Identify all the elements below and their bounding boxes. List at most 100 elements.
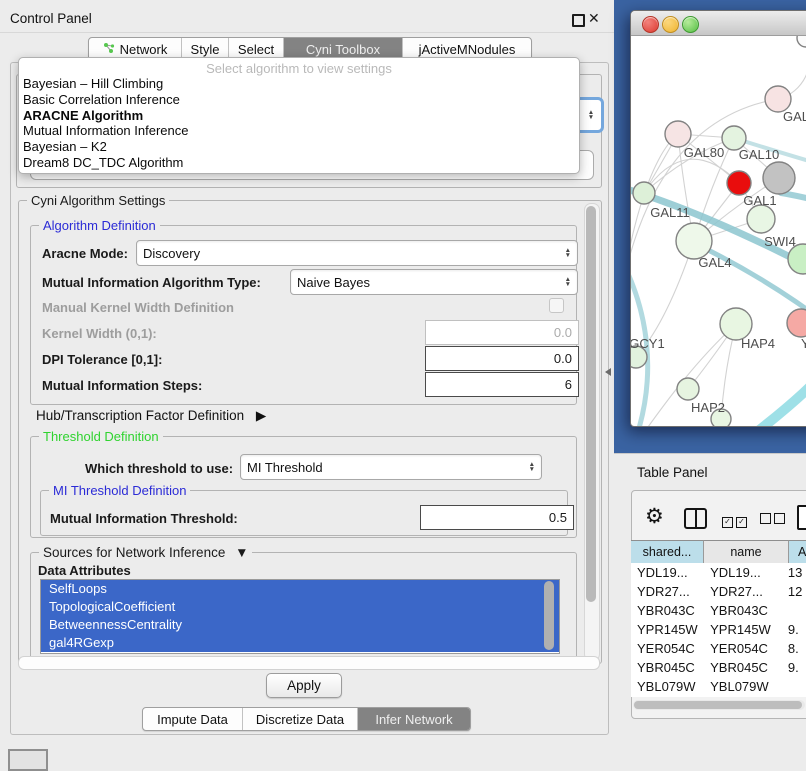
control-panel-titlebar bbox=[0, 0, 614, 33]
sources-title: Sources for Network Inference ▼ bbox=[39, 545, 252, 560]
collapse-down-triangle-icon[interactable]: ▼ bbox=[235, 545, 248, 560]
table-row[interactable]: YDR27...YDR27...12 bbox=[631, 582, 806, 601]
splitter-collapse-arrow[interactable] bbox=[605, 368, 611, 376]
svg-text:GAL1: GAL1 bbox=[743, 193, 776, 208]
network-graph-canvas[interactable]: GAL GAL80 GAL10 GAL1 GAL11 SWI4 GAL4 GCY… bbox=[631, 35, 806, 426]
tab-discretize-data[interactable]: Discretize Data bbox=[243, 708, 358, 730]
aracne-mode-label: Aracne Mode: bbox=[42, 246, 128, 261]
svg-text:GAL80: GAL80 bbox=[684, 145, 724, 160]
dpi-tolerance-field[interactable]: 0.0 bbox=[425, 346, 579, 371]
aracne-mode-value: Discovery bbox=[143, 246, 561, 261]
network-node[interactable] bbox=[797, 35, 806, 47]
svg-text:SWI4: SWI4 bbox=[764, 234, 796, 249]
float-window-icon[interactable] bbox=[572, 14, 585, 27]
network-node-gal80[interactable] bbox=[665, 121, 691, 147]
dropdown-item-selected[interactable]: ARACNE Algorithm bbox=[19, 108, 579, 124]
close-traffic-light[interactable] bbox=[642, 16, 659, 33]
algorithm-definition-title: Algorithm Definition bbox=[39, 218, 160, 233]
dropdown-item[interactable]: Bayesian – Hill Climbing bbox=[19, 76, 579, 92]
attribute-item[interactable]: BetweennessCentrality bbox=[41, 616, 559, 634]
app-root: { "colors": { "desktop_blue": "#3a63a2",… bbox=[0, 0, 806, 762]
mi-threshold-field[interactable]: 0.5 bbox=[420, 505, 574, 530]
network-view-window[interactable]: GAL GAL80 GAL10 GAL1 GAL11 SWI4 GAL4 GCY… bbox=[630, 10, 806, 427]
deselect-all-checkboxes-icon[interactable] bbox=[760, 512, 785, 527]
column-header-shared-name[interactable]: shared... bbox=[631, 540, 704, 564]
svg-text:GAL10: GAL10 bbox=[739, 147, 779, 162]
data-attributes-list[interactable]: SelfLoops TopologicalCoefficient Between… bbox=[40, 579, 560, 654]
export-table-icon[interactable] bbox=[797, 505, 806, 530]
network-node-red-selected[interactable] bbox=[727, 171, 751, 195]
mi-steps-field[interactable]: 6 bbox=[425, 372, 579, 397]
network-nodes[interactable] bbox=[631, 35, 806, 426]
which-threshold-value: MI Threshold bbox=[247, 460, 525, 475]
aracne-mode-combo[interactable]: Discovery ▲▼ bbox=[136, 240, 578, 266]
kernel-width-label: Kernel Width (0,1): bbox=[42, 326, 157, 341]
dropdown-item[interactable]: Dream8 DC_TDC Algorithm bbox=[19, 155, 579, 171]
dropdown-item[interactable]: Basic Correlation Inference bbox=[19, 92, 579, 108]
select-all-checkboxes-icon[interactable]: ✓✓ bbox=[722, 512, 747, 528]
table-row[interactable]: YDL19...YDL19...13 bbox=[631, 563, 806, 582]
svg-text:Y: Y bbox=[801, 336, 806, 351]
hub-definition-toggle[interactable]: Hub/Transcription Factor Definition ▶ bbox=[36, 408, 266, 424]
network-node-labels: GAL GAL80 GAL10 GAL1 GAL11 SWI4 GAL4 GCY… bbox=[631, 109, 806, 415]
manual-kernel-width-label: Manual Kernel Width Definition bbox=[42, 300, 234, 315]
table-row[interactable]: YPR145WYPR145W9. bbox=[631, 620, 806, 639]
table-hscrollbar-track[interactable] bbox=[633, 700, 805, 710]
which-threshold-combo[interactable]: MI Threshold ▲▼ bbox=[240, 454, 542, 480]
tab-impute-data[interactable]: Impute Data bbox=[143, 708, 243, 730]
mi-algorithm-type-combo[interactable]: Naive Bayes ▲▼ bbox=[290, 269, 578, 295]
dropdown-item[interactable]: Bayesian – K2 bbox=[19, 139, 579, 155]
minimized-panel-icon[interactable] bbox=[8, 749, 48, 771]
column-header-partial[interactable]: A bbox=[789, 540, 806, 564]
manual-kernel-width-checkbox[interactable] bbox=[549, 298, 564, 313]
table-row[interactable]: YLR345WYLR345W9. bbox=[631, 696, 806, 697]
attribute-item[interactable]: TopologicalCoefficient bbox=[41, 598, 559, 616]
attribute-item[interactable]: SelfLoops bbox=[41, 580, 559, 598]
mi-threshold-group-title: MI Threshold Definition bbox=[49, 483, 190, 498]
network-node-gal1[interactable] bbox=[747, 205, 775, 233]
network-node-pink[interactable] bbox=[787, 309, 806, 337]
dropdown-item[interactable]: Mutual Information Inference bbox=[19, 123, 579, 139]
split-columns-icon[interactable] bbox=[684, 508, 707, 529]
minimize-traffic-light[interactable] bbox=[662, 16, 679, 33]
dropdown-prompt: Select algorithm to view settings bbox=[19, 58, 579, 76]
mi-algorithm-type-label: Mutual Information Algorithm Type: bbox=[42, 275, 261, 290]
network-node-gal4[interactable] bbox=[676, 223, 712, 259]
svg-text:GAL4: GAL4 bbox=[698, 255, 731, 270]
kernel-width-field[interactable]: 0.0 bbox=[425, 320, 579, 345]
svg-text:HAP2: HAP2 bbox=[691, 400, 725, 415]
settings-scrollbar-thumb[interactable] bbox=[586, 206, 596, 602]
algorithm-dropdown: Select algorithm to view settings Bayesi… bbox=[18, 57, 580, 174]
mi-algorithm-type-value: Naive Bayes bbox=[297, 275, 561, 290]
table-panel-title: Table Panel bbox=[637, 465, 708, 480]
table-row[interactable]: YBL079WYBL079W bbox=[631, 677, 806, 696]
horizontal-scrollbar-track[interactable] bbox=[18, 656, 600, 670]
network-node-gal11[interactable] bbox=[633, 182, 655, 204]
tab-infer-network[interactable]: Infer Network bbox=[358, 708, 470, 730]
svg-text:GAL: GAL bbox=[783, 109, 806, 124]
chevron-updown-icon: ▲▼ bbox=[588, 110, 594, 120]
network-window-titlebar[interactable] bbox=[631, 11, 806, 36]
mi-steps-label: Mutual Information Steps: bbox=[42, 378, 202, 393]
table-hscrollbar-thumb[interactable] bbox=[634, 701, 802, 709]
zoom-traffic-light[interactable] bbox=[682, 16, 699, 33]
column-header-name[interactable]: name bbox=[704, 540, 789, 564]
network-node-gray[interactable] bbox=[763, 162, 795, 194]
table-row[interactable]: YER054CYER054C8. bbox=[631, 639, 806, 658]
svg-text:GCY1: GCY1 bbox=[631, 336, 665, 351]
network-node-hap2[interactable] bbox=[677, 378, 699, 400]
attribute-item[interactable]: gal4RGexp bbox=[41, 634, 559, 652]
table-row[interactable]: YBR045CYBR045C9. bbox=[631, 658, 806, 677]
gear-icon[interactable]: ⚙ bbox=[645, 504, 664, 529]
threshold-definition-title: Threshold Definition bbox=[39, 429, 163, 444]
attributes-scrollbar-thumb[interactable] bbox=[544, 581, 554, 650]
table-row[interactable]: YBR043CYBR043C bbox=[631, 601, 806, 620]
chevron-updown-icon: ▲▼ bbox=[565, 248, 571, 258]
cyni-settings-title: Cyni Algorithm Settings bbox=[27, 193, 169, 208]
table-body: YDL19...YDL19...13 YDR27...YDR27...12 YB… bbox=[631, 563, 806, 697]
chevron-updown-icon: ▲▼ bbox=[529, 462, 535, 472]
apply-button[interactable]: Apply bbox=[266, 673, 342, 698]
mi-threshold-label: Mutual Information Threshold: bbox=[50, 511, 238, 526]
close-panel-icon[interactable]: ✕ bbox=[588, 10, 600, 27]
control-panel-title: Control Panel bbox=[10, 11, 92, 26]
